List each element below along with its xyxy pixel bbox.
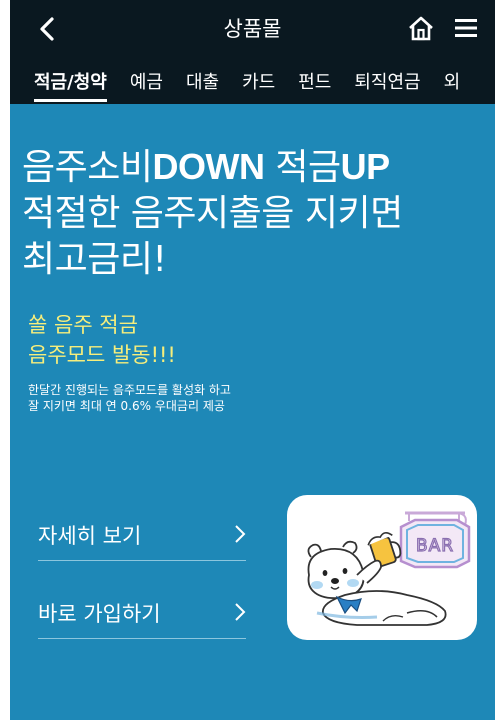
bar-sign-text: BAR [416, 536, 454, 556]
tab-fund[interactable]: 펀드 [298, 68, 331, 102]
join-now-link[interactable]: 바로 가입하기 [38, 586, 246, 639]
app-header: 상품몰 적금/청약 예금 대출 카드 펀드 퇴직연금 외 [10, 0, 495, 104]
banner-subhead: 쏠 음주 적금 음주모드 발동!!! [28, 313, 176, 367]
headline-line-2: 적절한 음주지출을 지키면 [22, 193, 403, 234]
banner-headline: 음주소비DOWN 적금UP 적절한 음주지출을 지키면 최고금리! [22, 144, 403, 283]
headline-line-3: 최고금리! [22, 239, 167, 280]
chevron-right-icon [235, 603, 246, 621]
tab-retirement-pension[interactable]: 퇴직연금 [354, 68, 420, 102]
tab-foreign[interactable]: 외 [444, 68, 461, 102]
banner-description: 한달간 진행되는 음주모드를 활성화 하고 잘 지키면 최대 연 0.6% 우대… [28, 383, 231, 413]
tab-card[interactable]: 카드 [242, 68, 275, 102]
hamburger-menu-icon[interactable] [454, 17, 478, 39]
chevron-right-icon [235, 525, 246, 543]
category-tabs: 적금/청약 예금 대출 카드 펀드 퇴직연금 외 [34, 68, 495, 104]
view-details-link[interactable]: 자세히 보기 [38, 508, 246, 561]
headline-line-1: 음주소비DOWN 적금UP [22, 146, 390, 188]
tab-savings-subscription[interactable]: 적금/청약 [34, 68, 107, 102]
bear-illustration-art: BAR [307, 511, 471, 626]
tab-loan[interactable]: 대출 [186, 68, 219, 102]
tab-deposit[interactable]: 예금 [130, 68, 163, 102]
bear-bar-illustration: BAR [287, 495, 477, 640]
home-icon[interactable] [407, 15, 435, 43]
promo-banner[interactable]: 음주소비DOWN 적금UP 적절한 음주지출을 지키면 최고금리! 쏠 음주 적… [10, 104, 495, 720]
